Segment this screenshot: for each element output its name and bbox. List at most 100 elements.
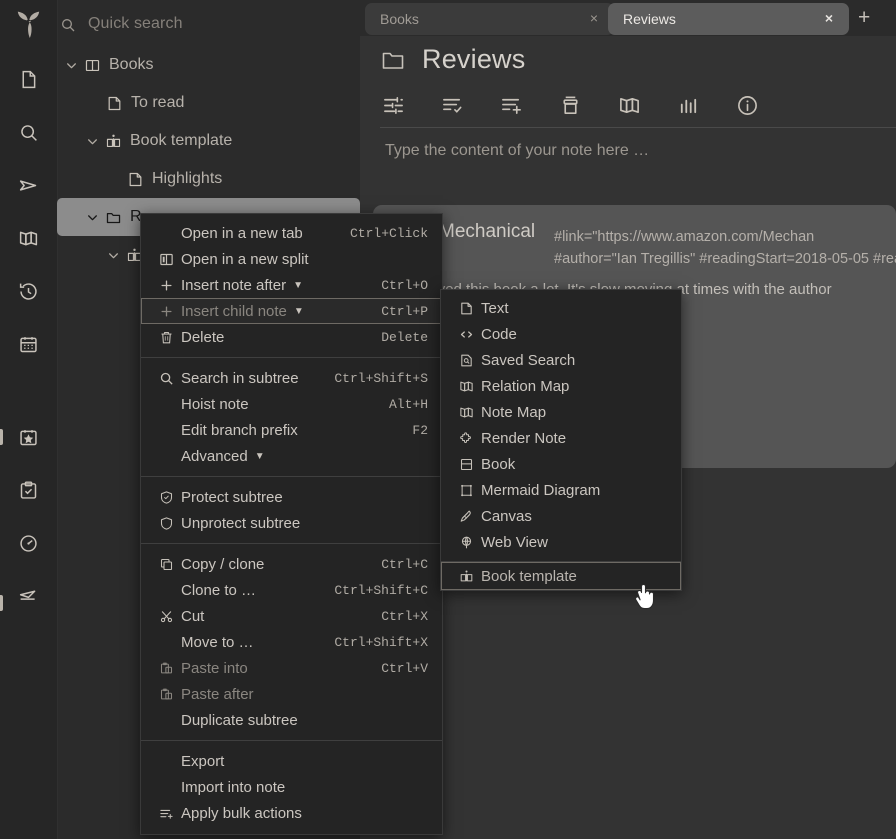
- submenu-item-code[interactable]: Code: [441, 321, 681, 347]
- note-map-icon[interactable]: [616, 92, 642, 118]
- submenu-item-text[interactable]: Text: [441, 295, 681, 321]
- menu-item-move-to[interactable]: Move to … Ctrl+Shift+X: [141, 629, 442, 655]
- rail-active-indicator: [0, 429, 3, 445]
- chevron-down-icon[interactable]: ▼: [293, 280, 303, 291]
- submenu-item-note-map[interactable]: Note Map: [441, 399, 681, 425]
- submenu-item-canvas[interactable]: Canvas: [441, 503, 681, 529]
- chevron-down-icon[interactable]: [82, 207, 102, 227]
- menu-item-copy-clone[interactable]: Copy / clone Ctrl+C: [141, 551, 442, 577]
- list-plus-icon[interactable]: [498, 92, 524, 118]
- menu-item-hoist-note[interactable]: Hoist note Alt+H: [141, 391, 442, 417]
- menu-item-label: Insert child note: [181, 303, 287, 320]
- paper-plane-icon[interactable]: [13, 581, 43, 611]
- close-icon[interactable]: ×: [586, 10, 602, 26]
- jump-to-icon[interactable]: [13, 170, 43, 200]
- note-map-icon[interactable]: [13, 223, 43, 253]
- book-attributes: #link="https://www.amazon.com/Mechan#aut…: [554, 226, 896, 270]
- chevron-down-icon[interactable]: ▼: [255, 451, 265, 462]
- chevron-down-icon[interactable]: [103, 245, 123, 265]
- chevron-down-icon[interactable]: [82, 131, 102, 151]
- menu-item-paste-into[interactable]: Paste into Ctrl+V: [141, 655, 442, 681]
- tree-item-to-read[interactable]: To read: [57, 84, 360, 122]
- menu-item-export[interactable]: Export: [141, 748, 442, 774]
- left-icon-rail: [0, 0, 58, 839]
- plus-icon: [154, 304, 178, 319]
- tree-item-book-template[interactable]: Book template: [57, 122, 360, 160]
- paste-icon: [154, 687, 178, 702]
- menu-item-delete[interactable]: Delete Delete: [141, 324, 442, 350]
- close-icon[interactable]: ×: [821, 10, 837, 26]
- tab-label: Reviews: [623, 11, 676, 27]
- calendar-icon[interactable]: [13, 329, 43, 359]
- note-type-submenu: Text Code Saved Search Relation Map Note…: [440, 289, 682, 591]
- note-page-icon: [103, 93, 125, 113]
- submenu-item-label: Book: [481, 456, 515, 473]
- menu-item-shortcut: Ctrl+P: [381, 304, 428, 319]
- quick-search-input[interactable]: Quick search: [88, 15, 183, 33]
- menu-item-paste-after[interactable]: Paste after: [141, 681, 442, 707]
- sliders-icon[interactable]: [380, 92, 406, 118]
- menu-item-protect-subtree[interactable]: Protect subtree: [141, 484, 442, 510]
- tab-books[interactable]: Books ×: [365, 3, 614, 35]
- menu-item-apply-bulk-actions[interactable]: Apply bulk actions: [141, 800, 442, 826]
- submenu-item-book[interactable]: Book: [441, 451, 681, 477]
- recent-changes-icon[interactable]: [13, 276, 43, 306]
- tree-item-label: Highlights: [152, 170, 222, 188]
- menu-item-search-in-subtree[interactable]: Search in subtree Ctrl+Shift+S: [141, 365, 442, 391]
- menu-item-import-into-note[interactable]: Import into note: [141, 774, 442, 800]
- menu-item-label: Edit branch prefix: [181, 422, 298, 439]
- note-map-icon: [454, 405, 478, 420]
- menu-item-label: Cut: [181, 608, 204, 625]
- code-icon: [454, 327, 478, 342]
- submenu-item-render-note[interactable]: Render Note: [441, 425, 681, 451]
- submenu-item-label: Relation Map: [481, 378, 569, 395]
- tree-item-highlights[interactable]: Highlights: [57, 160, 360, 198]
- menu-item-shortcut: Ctrl+X: [381, 609, 428, 624]
- chevron-down-icon[interactable]: ▼: [294, 306, 304, 317]
- info-icon[interactable]: [734, 92, 760, 118]
- menu-item-duplicate-subtree[interactable]: Duplicate subtree: [141, 707, 442, 733]
- chevron-down-icon[interactable]: [61, 55, 81, 75]
- menu-item-open-in-new-split[interactable]: Open in a new split: [141, 246, 442, 272]
- menu-item-clone-to[interactable]: Clone to … Ctrl+Shift+C: [141, 577, 442, 603]
- paste-icon: [154, 661, 178, 676]
- menu-item-label: Import into note: [181, 779, 285, 796]
- new-tab-button[interactable]: +: [858, 8, 870, 28]
- clipboard-check-icon[interactable]: [13, 475, 43, 505]
- shield-icon: [154, 516, 178, 531]
- note-page-icon[interactable]: [13, 64, 43, 94]
- render-note-icon: [454, 431, 478, 446]
- app-window: Quick search Books To read Book: [0, 0, 896, 839]
- list-check-icon[interactable]: [439, 92, 465, 118]
- menu-item-open-in-new-tab[interactable]: Open in a new tab Ctrl+Click: [141, 220, 442, 246]
- menu-item-insert-note-after[interactable]: Insert note after ▼ Ctrl+O: [141, 272, 442, 298]
- submenu-item-label: Web View: [481, 534, 548, 551]
- tab-reviews[interactable]: Reviews ×: [608, 3, 849, 35]
- search-icon[interactable]: [13, 117, 43, 147]
- scissors-icon: [154, 609, 178, 624]
- menu-item-advanced[interactable]: Advanced ▼: [141, 443, 442, 469]
- menu-item-edit-branch-prefix[interactable]: Edit branch prefix F2: [141, 417, 442, 443]
- submenu-item-label: Text: [481, 300, 509, 317]
- submenu-item-label: Saved Search: [481, 352, 575, 369]
- menu-item-label: Paste after: [181, 686, 254, 703]
- submenu-item-relation-map[interactable]: Relation Map: [441, 373, 681, 399]
- menu-item-insert-child-note[interactable]: Insert child note ▼ Ctrl+P: [141, 298, 442, 324]
- menu-item-unprotect-subtree[interactable]: Unprotect subtree: [141, 510, 442, 536]
- archive-icon[interactable]: [557, 92, 583, 118]
- note-content-placeholder[interactable]: Type the content of your note here …: [385, 142, 649, 160]
- calendar-star-icon[interactable]: [13, 422, 43, 452]
- book-template-icon: [454, 569, 478, 584]
- menu-item-shortcut: Ctrl+O: [381, 278, 428, 293]
- submenu-item-saved-search[interactable]: Saved Search: [441, 347, 681, 373]
- menu-item-cut[interactable]: Cut Ctrl+X: [141, 603, 442, 629]
- bar-chart-icon[interactable]: [675, 92, 701, 118]
- tree-item-label: Books: [109, 56, 153, 74]
- shield-check-icon: [154, 490, 178, 505]
- trash-icon: [154, 330, 178, 345]
- gauge-icon[interactable]: [13, 528, 43, 558]
- menu-item-label: Apply bulk actions: [181, 805, 302, 822]
- submenu-item-mermaid-diagram[interactable]: Mermaid Diagram: [441, 477, 681, 503]
- tree-item-books[interactable]: Books: [57, 46, 360, 84]
- submenu-item-web-view[interactable]: Web View: [441, 529, 681, 555]
